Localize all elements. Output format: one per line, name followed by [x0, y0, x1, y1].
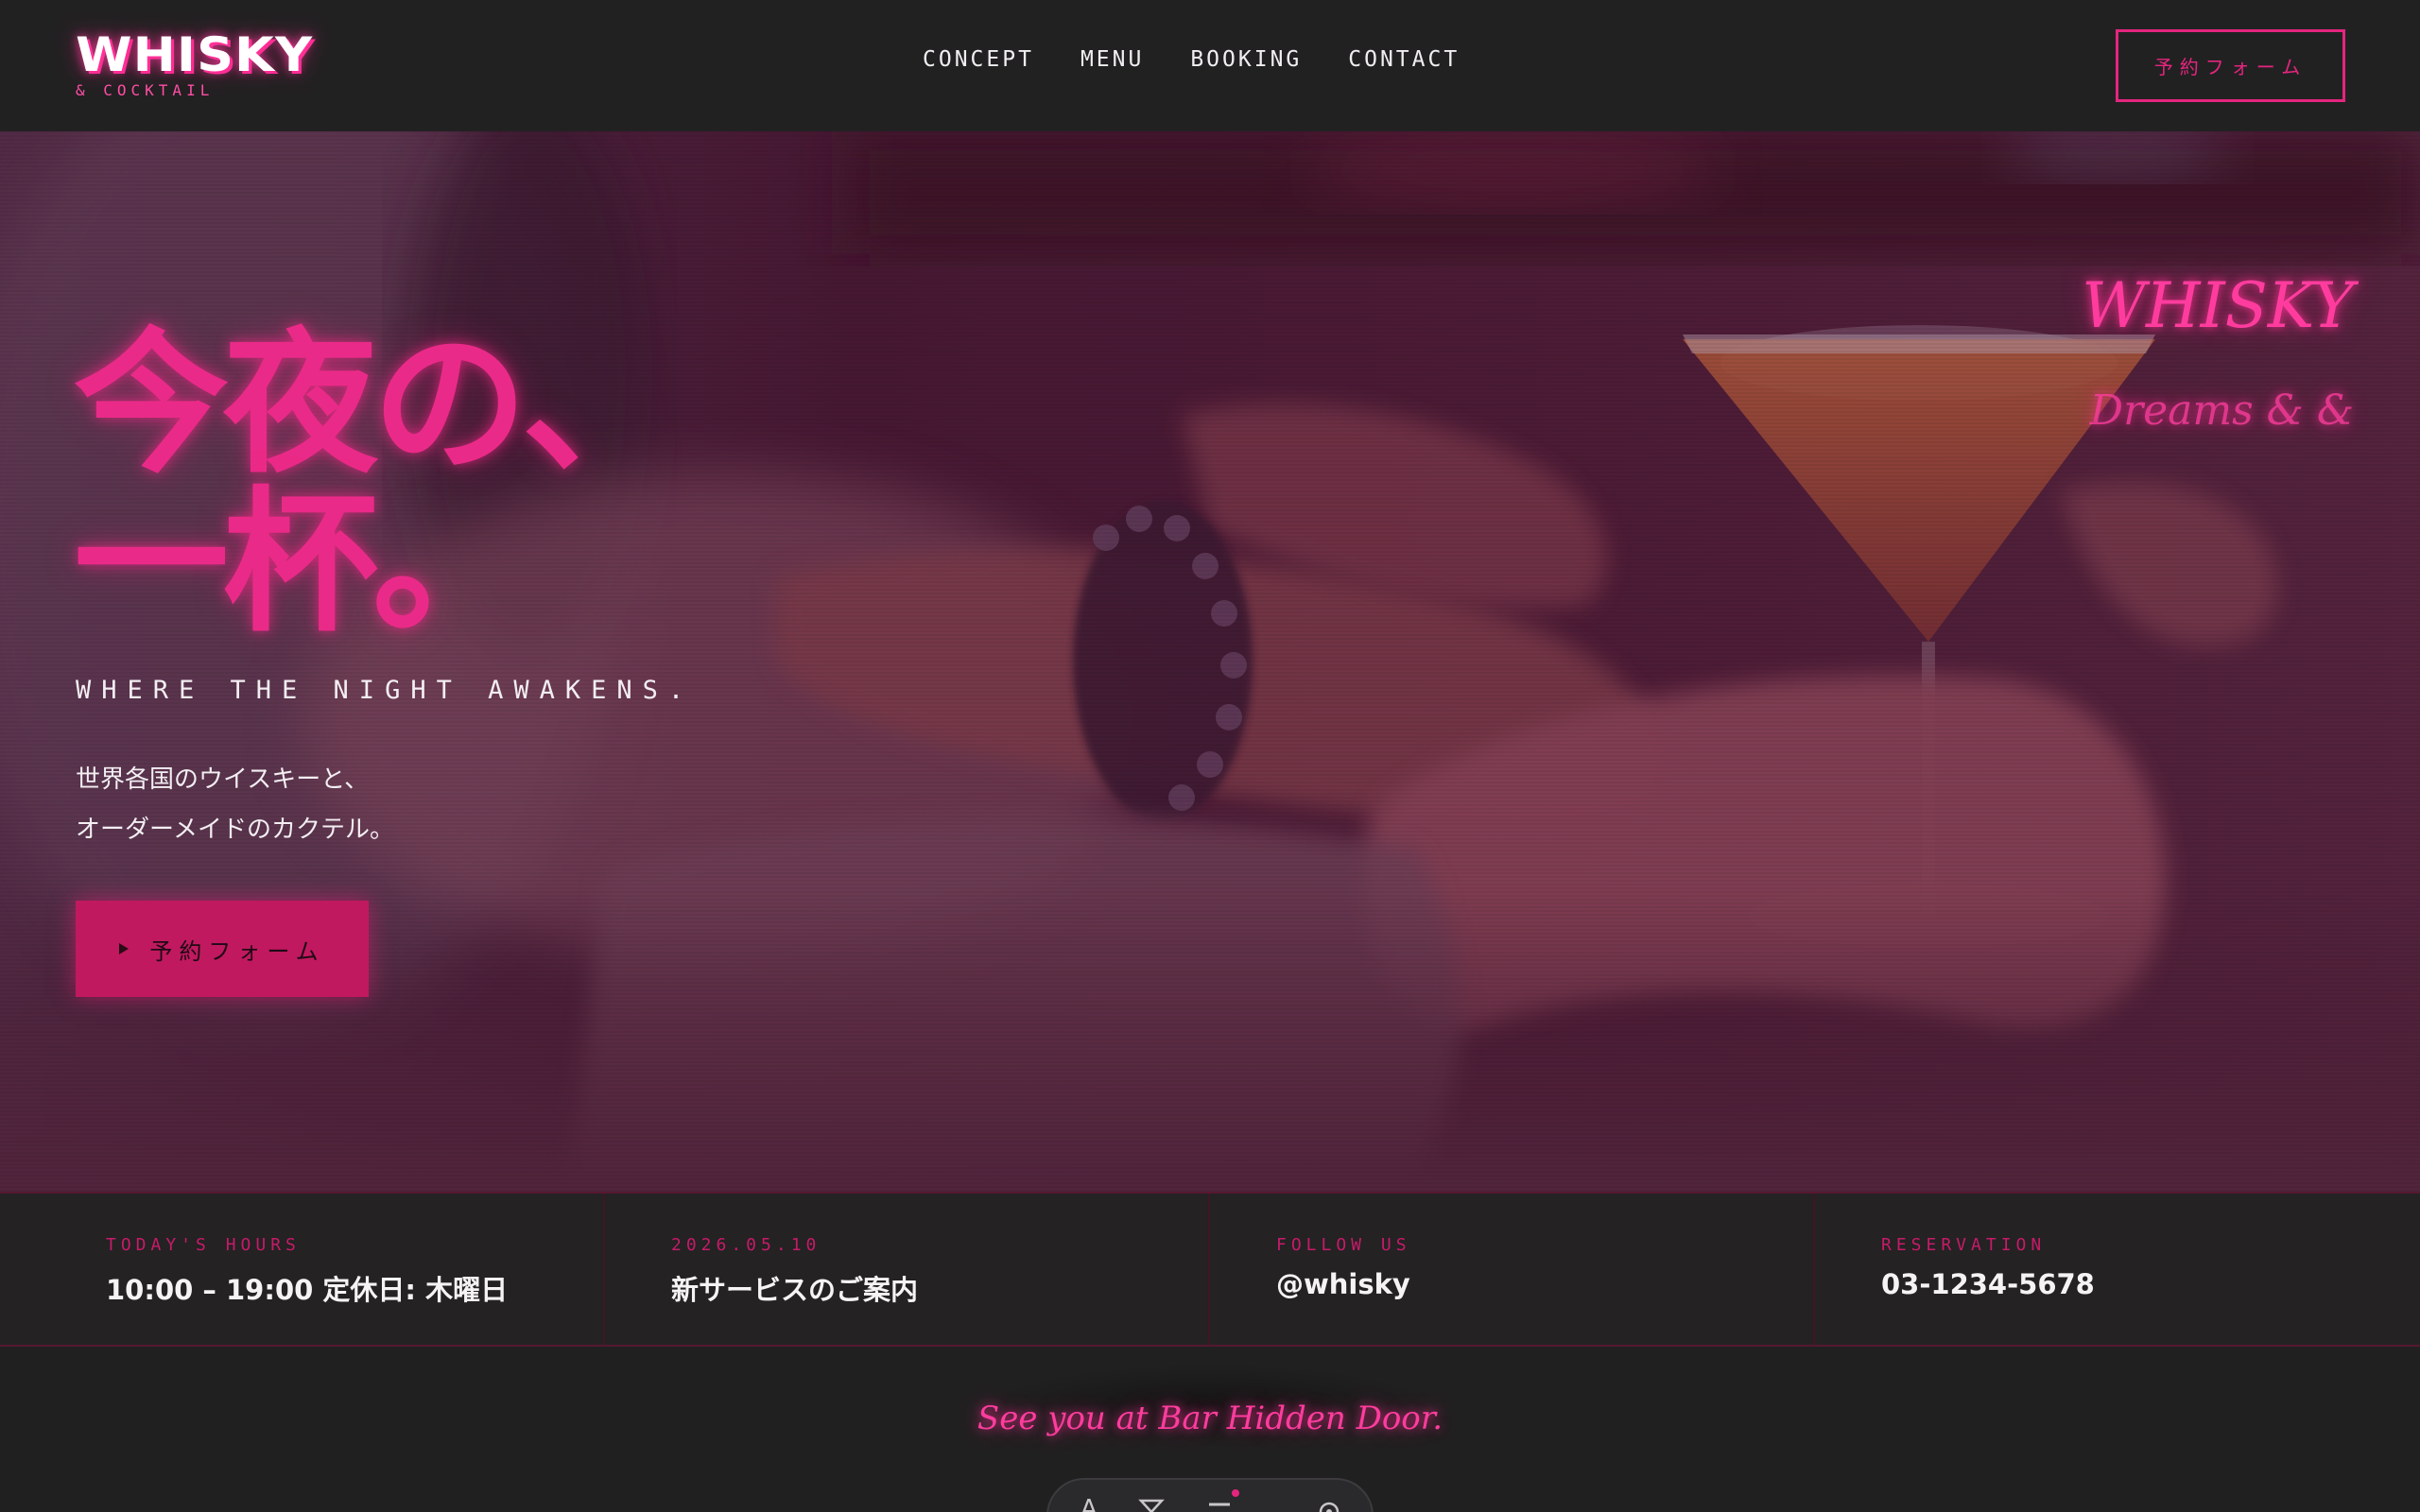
- hero-title-line-1: 今夜の、: [74, 314, 677, 494]
- info-reservation[interactable]: RESERVATION 03-1234-5678: [1815, 1194, 2420, 1345]
- site-logo[interactable]: WHISKY & COCKTAIL: [76, 30, 312, 99]
- info-reservation-phone[interactable]: 03-1234-5678: [1881, 1268, 2420, 1300]
- footer: See you at Bar Hidden Door. A: [0, 1349, 2420, 1512]
- info-social-handle[interactable]: @whisky: [1276, 1268, 1813, 1300]
- nav-link-concept[interactable]: CONCEPT: [923, 47, 1034, 72]
- main-nav: CONCEPT MENU BOOKING CONTACT: [923, 47, 1460, 72]
- neon-sign-dreams: Dreams & &: [2089, 387, 2354, 435]
- info-news[interactable]: 2026.05.10 新サービスのご案内: [605, 1194, 1210, 1345]
- hero-description-line-1: 世界各国のウイスキーと、: [76, 765, 370, 794]
- hero-title: 今夜の、 一杯。: [74, 314, 677, 653]
- nav-link-menu[interactable]: MENU: [1080, 47, 1144, 72]
- hero-reservation-button[interactable]: 予約フォーム: [76, 901, 369, 997]
- info-news-date: 2026.05.10: [671, 1235, 821, 1255]
- info-hours-label: TODAY'S HOURS: [106, 1235, 301, 1255]
- hero-section: 今夜の、 一杯。 WHERE THE NIGHT AWAKENS. 世界各国のウ…: [0, 131, 2420, 1192]
- info-reservation-label: RESERVATION: [1881, 1235, 2047, 1255]
- notification-dot: [1231, 1489, 1239, 1497]
- neon-sign-whisky: WHISKY: [2082, 269, 2354, 342]
- hero-reservation-label: 予約フォーム: [149, 937, 325, 965]
- hero-background-photo: [0, 131, 2420, 1192]
- logo-subtitle: & COCKTAIL: [76, 81, 215, 99]
- info-social-label: FOLLOW US: [1276, 1235, 1411, 1255]
- nav-link-booking[interactable]: BOOKING: [1190, 47, 1302, 72]
- hero-description-line-2: オーダーメイドのカクテル。: [76, 816, 394, 844]
- text-icon[interactable]: A: [1080, 1493, 1098, 1512]
- info-hours-value: 10:00 – 19:00 定休日: 木曜日: [106, 1274, 509, 1306]
- nav-link-contact[interactable]: CONTACT: [1348, 47, 1460, 72]
- header-reservation-button[interactable]: 予約フォーム: [2116, 29, 2345, 102]
- hero-title-line-2: 一杯。: [74, 472, 527, 653]
- menu-icon[interactable]: [1205, 1489, 1239, 1512]
- logo-wordmark: WHISKY: [76, 27, 314, 82]
- hero-tagline: WHERE THE NIGHT AWAKENS.: [76, 676, 695, 705]
- tool-dock: A: [1046, 1478, 1374, 1512]
- info-bar: TODAY'S HOURS 10:00 – 19:00 定休日: 木曜日 202…: [0, 1192, 2420, 1347]
- gear-icon[interactable]: [1313, 1493, 1345, 1512]
- site-header: WHISKY & COCKTAIL CONCEPT MENU BOOKING C…: [0, 0, 2420, 131]
- hero-description: 世界各国のウイスキーと、 オーダーメイドのカクテル。: [76, 755, 394, 855]
- play-icon: [119, 943, 130, 954]
- info-hours: TODAY'S HOURS 10:00 – 19:00 定休日: 木曜日: [0, 1194, 605, 1345]
- cocktail-icon[interactable]: [1135, 1493, 1167, 1512]
- info-news-title[interactable]: 新サービスのご案内: [671, 1268, 1208, 1308]
- info-social[interactable]: FOLLOW US @whisky: [1210, 1194, 1815, 1345]
- footer-tagline: See you at Bar Hidden Door.: [977, 1400, 1443, 1437]
